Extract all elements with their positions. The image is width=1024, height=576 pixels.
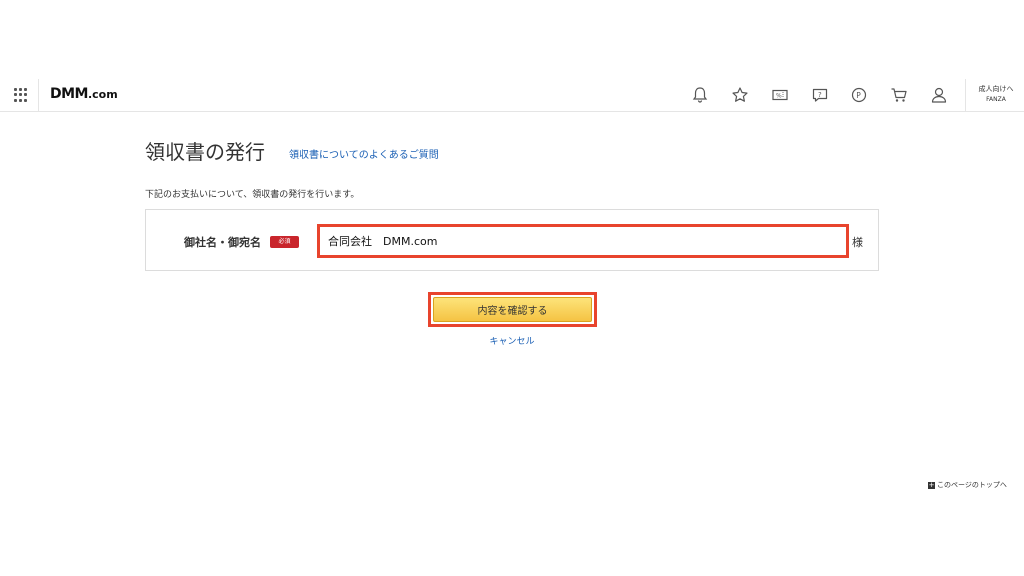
coupon-icon[interactable]: %	[770, 85, 790, 105]
confirm-button[interactable]: 内容を確認する	[433, 297, 592, 322]
header-divider	[965, 79, 966, 111]
lead-text: 下記のお支払いについて、領収書の発行を行います。	[145, 190, 360, 200]
page-title: 領収書の発行	[145, 140, 265, 164]
svg-text:%: %	[776, 93, 782, 100]
adult-link-brand: FANZA	[986, 96, 1006, 103]
svg-text:?: ?	[818, 91, 822, 99]
confirm-button-highlight[interactable]: 内容を確認する	[428, 292, 597, 327]
honorific-label: 様	[852, 236, 863, 249]
plus-icon: +	[928, 480, 935, 489]
help-chat-icon[interactable]: ?	[810, 85, 830, 105]
bell-icon[interactable]	[690, 85, 710, 105]
adult-link-label: 成人向けへ	[978, 85, 1014, 93]
header-divider	[38, 79, 39, 111]
receipt-form: 御社名・御宛名 必須 様	[145, 209, 879, 271]
svg-text:P: P	[856, 91, 861, 100]
cart-icon[interactable]	[889, 85, 909, 105]
dmm-logo[interactable]: DMM.com	[50, 86, 118, 102]
page-top-link[interactable]: + このページのトップへ	[928, 480, 1007, 490]
star-icon[interactable]	[730, 85, 750, 105]
required-badge: 必須	[270, 236, 299, 248]
user-icon[interactable]	[929, 85, 949, 105]
point-icon[interactable]: P	[849, 85, 869, 105]
grid-menu-icon[interactable]	[14, 88, 28, 102]
adult-site-link[interactable]: 成人向けへ FANZA	[972, 84, 1020, 103]
logo-suffix: .com	[87, 88, 118, 101]
name-field-label: 御社名・御宛名	[184, 236, 261, 249]
logo-main: DMM	[50, 86, 88, 102]
cancel-link[interactable]: キャンセル	[489, 334, 534, 347]
cancel-row: キャンセル	[0, 334, 1024, 347]
faq-link[interactable]: 領収書についてのよくあるご質問	[289, 146, 439, 161]
page-top-label: このページのトップへ	[937, 481, 1007, 489]
top-header: DMM.com % ? P 成人向けへ FANZA	[0, 79, 1024, 112]
addressee-name-input[interactable]	[317, 224, 849, 258]
